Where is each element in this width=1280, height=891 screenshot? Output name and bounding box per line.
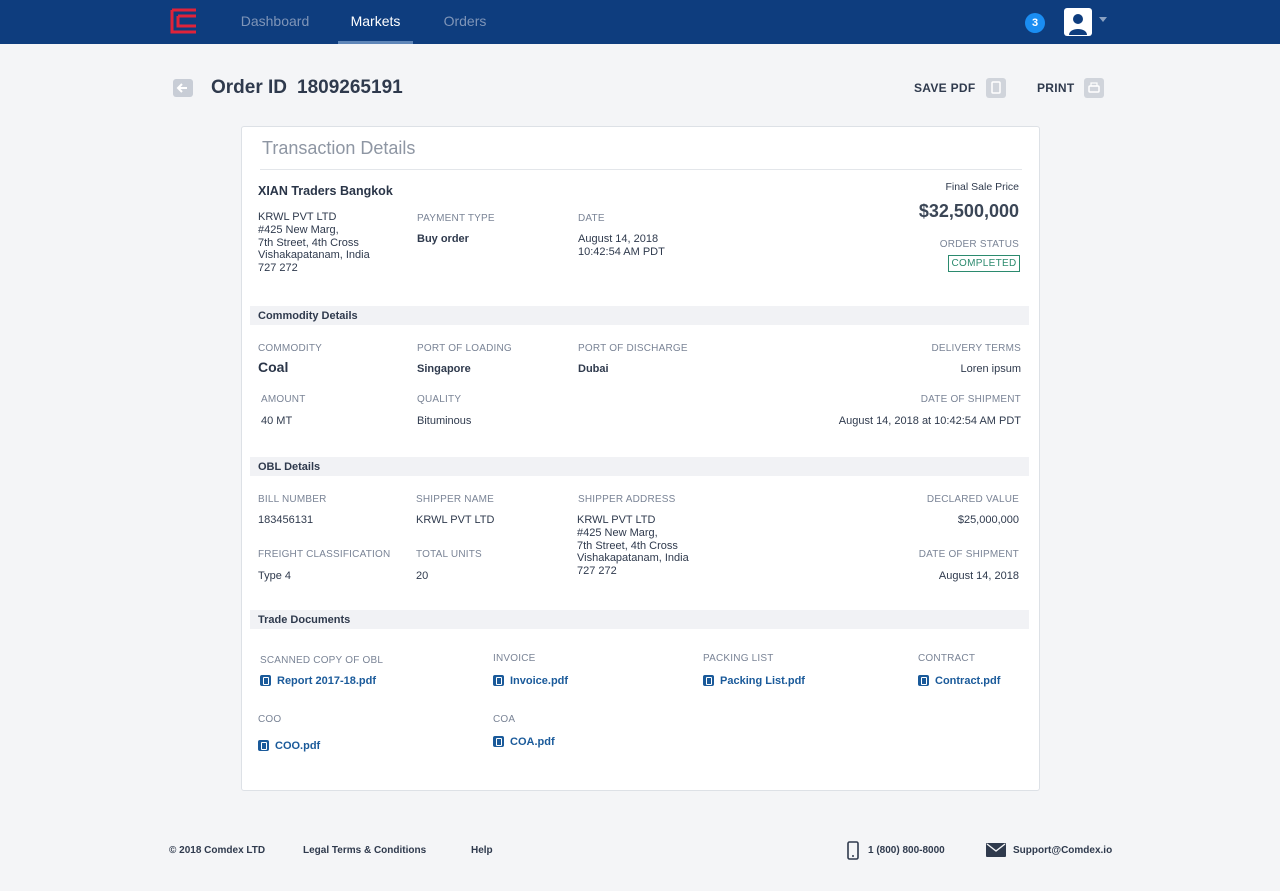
file-icon [258, 740, 269, 751]
coa-label: COA [493, 714, 516, 725]
comdex-logo[interactable] [168, 6, 200, 36]
shipper-name-value: KRWL PVT LTD [416, 514, 495, 526]
order-status-label: ORDER STATUS [939, 239, 1019, 250]
file-icon [918, 675, 929, 686]
divider [260, 169, 1022, 170]
tab-markets[interactable]: Markets [338, 0, 413, 44]
packing-list-filename: Packing List.pdf [720, 675, 805, 687]
printer-icon[interactable] [1084, 78, 1104, 98]
port-loading-label: PORT OF LOADING [417, 343, 512, 354]
declared-value-label: DECLARED VALUE [926, 494, 1019, 505]
help-link[interactable]: Help [471, 845, 493, 856]
invoice-label: INVOICE [493, 653, 536, 664]
scanned-obl-label: SCANNED COPY OF OBL [260, 655, 384, 666]
order-id-label: Order ID [211, 77, 288, 98]
commodity-section-header: Commodity Details [250, 306, 1029, 325]
commodity-section-title: Commodity Details [258, 310, 358, 322]
scanned-obl-filename: Report 2017-18.pdf [277, 675, 377, 687]
tab-orders[interactable]: Orders [440, 0, 490, 44]
shipper-address-value: KRWL PVT LTD #425 New Marg, 7th Street, … [577, 514, 689, 578]
print-button[interactable]: PRINT [1037, 81, 1075, 95]
contract-link[interactable]: Contract.pdf [918, 675, 1000, 687]
save-pdf-button[interactable]: SAVE PDF [914, 81, 976, 95]
file-icon [493, 736, 504, 747]
freight-label: FREIGHT CLASSIFICATION [258, 549, 391, 560]
date-label: DATE [578, 213, 605, 224]
amount-value: 40 MT [261, 415, 293, 427]
file-icon [260, 675, 271, 686]
invoice-link[interactable]: Invoice.pdf [493, 675, 568, 687]
payment-type-label: PAYMENT TYPE [417, 213, 495, 224]
tab-dashboard[interactable]: Dashboard [238, 0, 312, 44]
bill-number-value: 183456131 [258, 514, 314, 526]
documents-section-header: Trade Documents [250, 610, 1029, 629]
payment-type-value: Buy order [417, 233, 469, 245]
obl-section-header: OBL Details [250, 457, 1029, 476]
obl-shipment-date-label: DATE OF SHIPMENT [918, 549, 1019, 560]
top-navbar: Dashboard Markets Orders 3 [0, 0, 1280, 44]
shipper-address-label: SHIPPER ADDRESS [578, 494, 676, 505]
file-icon [703, 675, 714, 686]
file-icon [493, 675, 504, 686]
commodity-label: COMMODITY [258, 343, 323, 354]
coo-filename: COO.pdf [275, 740, 321, 752]
support-email[interactable]: Support@Comdex.io [1013, 845, 1112, 856]
packing-list-label: PACKING LIST [703, 653, 774, 664]
total-units-label: TOTAL UNITS [416, 549, 482, 560]
shipment-date-label: DATE OF SHIPMENT [920, 394, 1021, 405]
final-price-value: $32,500,000 [918, 201, 1019, 221]
obl-section-title: OBL Details [258, 461, 321, 473]
shipper-name-label: SHIPPER NAME [416, 494, 494, 505]
support-phone[interactable]: 1 (800) 800-8000 [868, 845, 945, 856]
invoice-filename: Invoice.pdf [510, 675, 569, 687]
declared-value-value: $25,000,000 [957, 514, 1019, 526]
company-name: XIAN Traders Bangkok [258, 184, 393, 198]
amount-label: AMOUNT [261, 394, 306, 405]
notification-badge[interactable]: 3 [1025, 13, 1045, 33]
contract-label: CONTRACT [918, 653, 976, 664]
shipment-date-value: August 14, 2018 at 10:42:54 AM PDT [838, 415, 1021, 427]
quality-value: Bituminous [417, 415, 472, 427]
final-price-label: Final Sale Price [945, 181, 1019, 193]
coo-link[interactable]: COO.pdf [258, 740, 320, 752]
mail-icon [986, 843, 1006, 857]
packing-list-link[interactable]: Packing List.pdf [703, 675, 805, 687]
company-address: KRWL PVT LTD #425 New Marg, 7th Street, … [258, 211, 370, 275]
commodity-value: Coal [258, 359, 289, 375]
coo-label: COO [258, 714, 282, 725]
user-avatar-icon[interactable] [1064, 8, 1092, 36]
date-value: August 14, 2018 10:42:54 AM PDT [578, 233, 665, 258]
coa-filename: COA.pdf [510, 736, 555, 748]
status-badge: COMPLETED [948, 255, 1020, 272]
documents-section-title: Trade Documents [258, 614, 351, 626]
page-title: Order ID 1809265191 [211, 77, 403, 99]
port-discharge-value: Dubai [578, 363, 609, 375]
total-units-value: 20 [416, 570, 429, 582]
transaction-card: Transaction Details XIAN Traders Bangkok… [241, 126, 1040, 791]
port-loading-value: Singapore [417, 363, 471, 375]
copy-icon[interactable] [986, 78, 1006, 98]
freight-value: Type 4 [258, 570, 292, 582]
legal-terms-link[interactable]: Legal Terms & Conditions [303, 845, 426, 856]
coa-link[interactable]: COA.pdf [493, 736, 555, 748]
scanned-obl-link[interactable]: Report 2017-18.pdf [260, 675, 376, 687]
card-title: Transaction Details [262, 138, 416, 158]
delivery-terms-label: DELIVERY TERMS [931, 343, 1021, 354]
quality-label: QUALITY [417, 394, 462, 405]
chevron-down-icon[interactable] [1099, 17, 1107, 22]
back-arrow-icon[interactable] [173, 79, 193, 97]
delivery-terms-value: Loren ipsum [960, 363, 1021, 375]
phone-icon [847, 841, 859, 860]
bill-number-label: BILL NUMBER [258, 494, 327, 505]
port-discharge-label: PORT OF DISCHARGE [578, 343, 688, 354]
order-id-value: 1809265191 [297, 77, 403, 98]
contract-filename: Contract.pdf [935, 675, 1001, 687]
footer-copyright: © 2018 Comdex LTD [169, 845, 266, 856]
obl-shipment-date-value: August 14, 2018 [938, 570, 1019, 582]
